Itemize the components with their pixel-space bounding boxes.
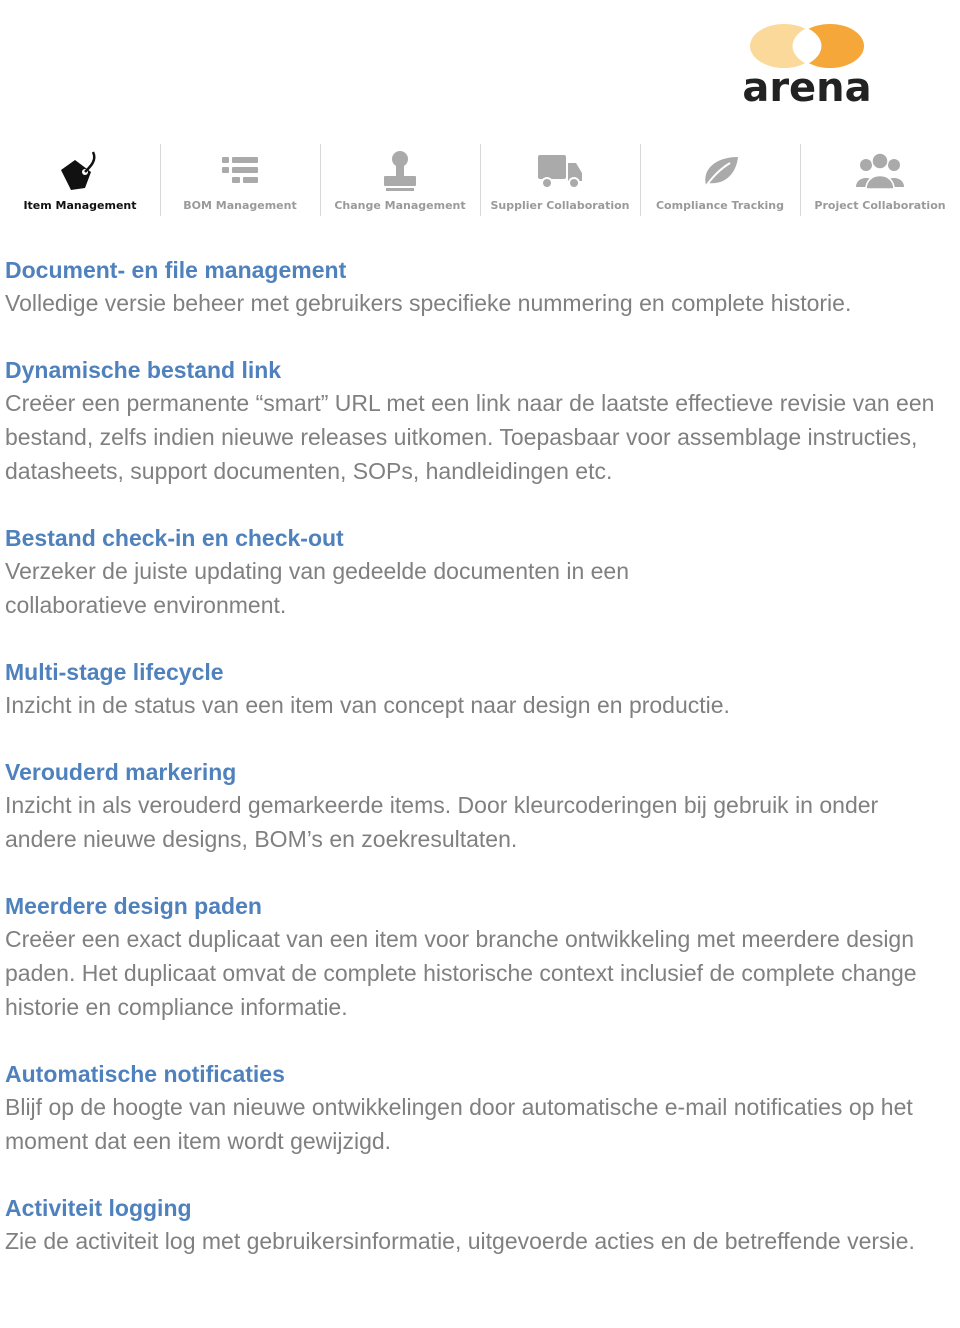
stamp-icon — [320, 146, 480, 196]
arena-logo: arena — [712, 20, 902, 110]
section-body: Volledige versie beheer met gebruikers s… — [5, 290, 852, 316]
section-body: Zie de activiteit log met gebruikersinfo… — [5, 1228, 915, 1254]
section-title: Activiteit logging — [5, 1195, 192, 1221]
feature-section: Meerdere design paden Creëer een exact d… — [5, 892, 955, 1024]
feature-section: Activiteit logging Zie de activiteit log… — [5, 1194, 955, 1258]
feature-section: Automatische notificaties Blijf op de ho… — [5, 1060, 955, 1158]
nav-item-change-management[interactable]: Change Management — [320, 140, 480, 220]
nav-label: Supplier Collaboration — [490, 199, 630, 212]
section-body: Inzicht in de status van een item van co… — [5, 692, 730, 718]
leaf-icon — [640, 146, 800, 196]
section-body: Verzeker de juiste updating van gedeelde… — [5, 558, 630, 618]
product-nav: Item Management BOM Management Change Ma… — [0, 140, 960, 220]
section-body: Creëer een permanente “smart” URL met ee… — [5, 390, 935, 484]
nav-label: BOM Management — [183, 199, 297, 212]
users-icon — [800, 146, 960, 196]
feature-section: Verouderd markering Inzicht in als verou… — [5, 758, 955, 856]
section-body: Creëer een exact duplicaat van een item … — [5, 926, 917, 1020]
nav-label: Project Collaboration — [814, 199, 946, 212]
feature-section: Dynamische bestand link Creëer een perma… — [5, 356, 955, 488]
section-title: Document- en file management — [5, 257, 347, 283]
nav-item-item-management[interactable]: Item Management — [0, 140, 160, 220]
nav-label: Item Management — [23, 199, 137, 212]
section-title: Automatische notificaties — [5, 1061, 285, 1087]
feature-section: Bestand check-in en check-out Verzeker d… — [5, 524, 955, 622]
section-title: Meerdere design paden — [5, 893, 262, 919]
list-icon — [160, 146, 320, 196]
nav-item-compliance-tracking[interactable]: Compliance Tracking — [640, 140, 800, 220]
feature-list: Document- en file management Volledige v… — [5, 256, 955, 1294]
nav-label: Compliance Tracking — [655, 199, 785, 212]
nav-item-project-collaboration[interactable]: Project Collaboration — [800, 140, 960, 220]
section-body: Blijf op de hoogte van nieuwe ontwikkeli… — [5, 1094, 913, 1154]
nav-label: Change Management — [334, 199, 466, 212]
section-title: Dynamische bestand link — [5, 357, 282, 383]
section-title: Bestand check-in en check-out — [5, 525, 344, 551]
feature-section: Multi-stage lifecycle Inzicht in de stat… — [5, 658, 955, 722]
truck-icon — [480, 146, 640, 196]
section-body: Inzicht in als verouderd gemarkeerde ite… — [5, 792, 879, 852]
logo-wordmark: arena — [742, 65, 872, 111]
feature-section: Document- en file management Volledige v… — [5, 256, 955, 320]
section-title: Multi-stage lifecycle — [5, 659, 224, 685]
logo-circles-icon — [750, 24, 864, 68]
nav-item-supplier-collaboration[interactable]: Supplier Collaboration — [480, 140, 640, 220]
tag-icon — [0, 146, 160, 196]
section-title: Verouderd markering — [5, 759, 237, 785]
nav-item-bom-management[interactable]: BOM Management — [160, 140, 320, 220]
